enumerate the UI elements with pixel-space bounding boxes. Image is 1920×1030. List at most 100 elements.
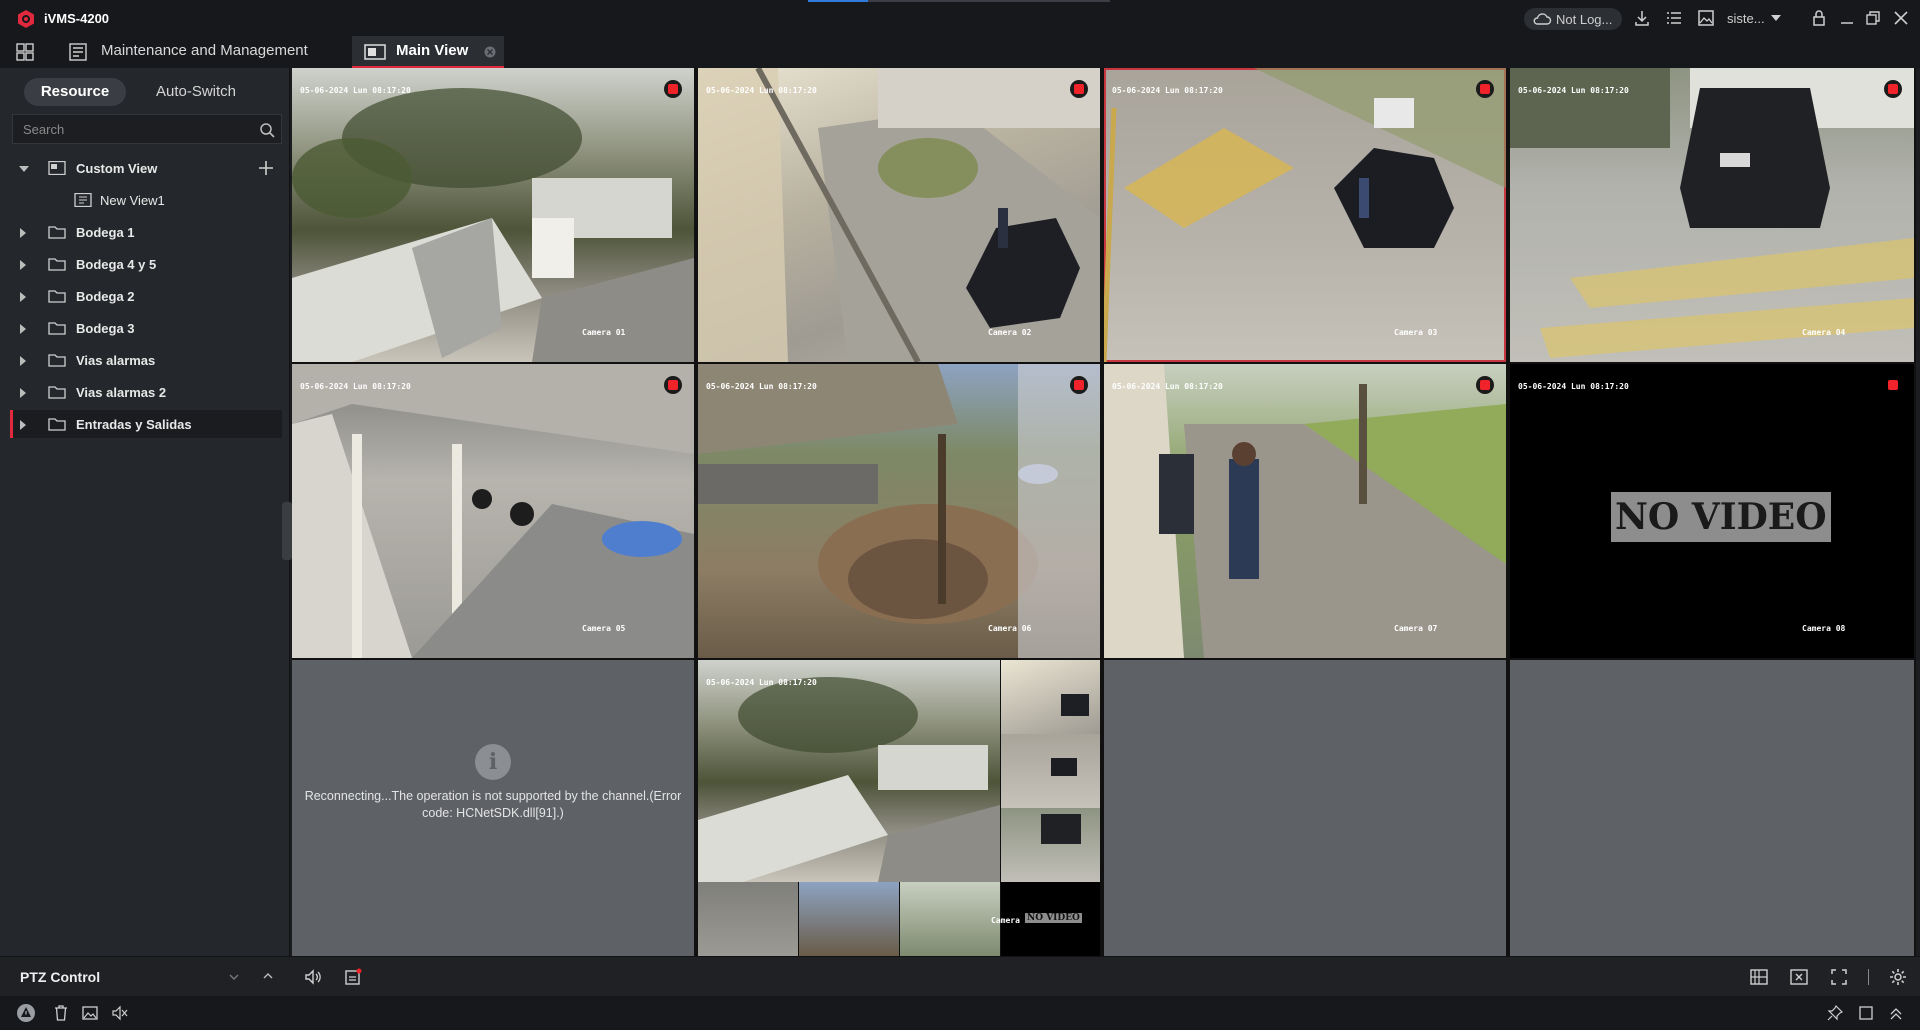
image-icon[interactable] — [82, 1005, 98, 1021]
segment-resource[interactable]: Resource — [24, 78, 126, 106]
tree-item-bodega-2[interactable]: Bodega 2 — [10, 282, 282, 310]
folder-icon — [48, 386, 66, 399]
chevron-down-icon[interactable] — [228, 971, 240, 983]
osd-camera-name: Camera 05 — [582, 624, 626, 633]
video-tile-camera-03[interactable]: 05-06-2024 Lun 08:17:20 Camera 03 — [1104, 68, 1506, 362]
search-placeholder: Search — [23, 122, 65, 137]
video-tile-camera-07[interactable]: 05-06-2024 Lun 08:17:20 Camera 07 — [1104, 364, 1506, 658]
cloud-status-label: Not Log... — [1556, 12, 1613, 27]
osd-camera-name: Camera 04 — [1802, 328, 1846, 337]
restore-icon[interactable] — [1864, 9, 1882, 27]
osd-timestamp: 05-06-2024 Lun 08:17:20 — [300, 382, 411, 391]
window-layout-icon[interactable] — [1750, 968, 1768, 986]
expand-arrow-icon[interactable] — [20, 356, 26, 366]
video-tile-empty[interactable] — [1510, 660, 1914, 956]
window-icon[interactable] — [1858, 1005, 1874, 1021]
playback-toolbar — [290, 956, 1920, 996]
double-chevron-up-icon[interactable] — [1888, 1005, 1904, 1021]
resource-panel: Resource Auto-Switch Search Custom View … — [0, 68, 290, 956]
fullscreen-icon[interactable] — [1830, 968, 1848, 986]
expand-arrow-icon[interactable] — [20, 324, 26, 334]
folder-icon — [48, 290, 66, 303]
tab-maintenance[interactable]: Maintenance and Management — [62, 36, 332, 68]
video-tile-error[interactable]: i Reconnecting...The operation is not su… — [292, 660, 694, 956]
search-icon[interactable] — [259, 122, 275, 138]
minimize-icon[interactable] — [1838, 9, 1856, 27]
search-input[interactable]: Search — [12, 114, 282, 144]
osd-camera-name: Camera 01 — [582, 328, 626, 337]
video-tile-camera-06[interactable]: 05-06-2024 Lun 08:17:20 Camera 06 — [698, 364, 1100, 658]
tree-label: Entradas y Salidas — [76, 417, 192, 432]
error-message: Reconnecting...The operation is not supp… — [304, 789, 682, 820]
apps-grid-icon[interactable] — [16, 43, 34, 61]
custom-view-icon — [48, 161, 66, 175]
close-all-windows-icon[interactable] — [1790, 968, 1808, 986]
camera-feed-image — [292, 364, 694, 658]
download-icon[interactable] — [1633, 9, 1651, 27]
alarm-warning-icon[interactable] — [16, 1003, 36, 1023]
status-bar — [0, 996, 1920, 1030]
trash-icon[interactable] — [54, 1005, 68, 1021]
tree-label: Bodega 3 — [76, 321, 135, 336]
task-list-icon[interactable] — [1665, 9, 1683, 27]
record-all-icon[interactable] — [344, 968, 362, 986]
tree-item-bodega-4-y-5[interactable]: Bodega 4 y 5 — [10, 250, 282, 278]
tree-item-vias-alarmas-2[interactable]: Vias alarmas 2 — [10, 378, 282, 406]
recording-indicator-icon — [1476, 376, 1494, 394]
view-icon — [74, 193, 92, 207]
recording-indicator-icon — [1884, 376, 1902, 394]
volume-icon[interactable] — [304, 968, 322, 986]
cloud-login-button[interactable]: Not Log... — [1524, 8, 1622, 30]
tree-item-bodega-1[interactable]: Bodega 1 — [10, 218, 282, 246]
expand-arrow-icon[interactable] — [20, 420, 26, 430]
tree-label: Vias alarmas — [76, 353, 156, 368]
osd-camera-name: Camera 02 — [988, 328, 1032, 337]
expand-arrow-icon[interactable] — [19, 166, 29, 172]
pin-icon[interactable] — [1827, 1005, 1843, 1021]
tree-item-new-view1[interactable]: New View1 — [10, 186, 282, 214]
tree-item-vias-alarmas[interactable]: Vias alarmas — [10, 346, 282, 374]
maintenance-icon — [69, 43, 87, 61]
lock-icon[interactable] — [1810, 9, 1828, 27]
video-tile-camera-04[interactable]: 05-06-2024 Lun 08:17:20 Camera 04 — [1510, 68, 1914, 362]
add-view-icon[interactable] — [258, 160, 274, 176]
osd-timestamp: 05-06-2024 Lun 08:17:20 — [1112, 86, 1223, 95]
video-tile-camera-05[interactable]: 05-06-2024 Lun 08:17:20 Camera 05 — [292, 364, 694, 658]
video-tile-camera-02[interactable]: 05-06-2024 Lun 08:17:20 Camera 02 — [698, 68, 1100, 362]
tree-label: Vias alarmas 2 — [76, 385, 167, 400]
tree-item-custom-view[interactable]: Custom View — [10, 154, 282, 182]
osd-timestamp: 05-06-2024 Lun 08:17:20 — [1518, 382, 1629, 391]
expand-arrow-icon[interactable] — [20, 228, 26, 238]
folder-icon — [48, 226, 66, 239]
mosaic-thumb — [698, 882, 798, 956]
recording-indicator-icon — [664, 376, 682, 394]
tab-close-icon[interactable] — [484, 46, 496, 58]
image-icon[interactable] — [1697, 9, 1715, 27]
expand-arrow-icon[interactable] — [20, 292, 26, 302]
osd-timestamp: 05-06-2024 Lun 08:17:20 — [706, 678, 817, 687]
osd-camera-name: Camera 07 — [1394, 624, 1438, 633]
chevron-down-icon[interactable] — [1770, 12, 1782, 24]
ptz-control-panel[interactable]: PTZ Control — [0, 956, 290, 996]
user-name[interactable]: siste... — [1727, 11, 1765, 26]
app-logo-icon — [18, 10, 34, 28]
camera-feed-image — [698, 364, 1100, 658]
settings-gear-icon[interactable] — [1889, 968, 1907, 986]
recording-indicator-icon — [1070, 80, 1088, 98]
osd-camera-name: Camera 03 — [1394, 328, 1438, 337]
chevron-up-icon[interactable] — [262, 970, 274, 982]
mute-icon[interactable] — [112, 1005, 128, 1021]
video-tile-empty[interactable] — [1104, 660, 1506, 956]
tree-item-bodega-3[interactable]: Bodega 3 — [10, 314, 282, 342]
segment-auto-switch[interactable]: Auto-Switch — [142, 78, 250, 106]
panel-collapse-handle[interactable] — [282, 502, 292, 560]
tree-item-entradas-y-salidas[interactable]: Entradas y Salidas — [10, 410, 282, 438]
expand-arrow-icon[interactable] — [20, 388, 26, 398]
video-tile-mosaic[interactable]: 05-06-2024 Lun 08:17:20 Camera 0 NO VIDE… — [698, 660, 1100, 956]
recording-indicator-icon — [1070, 376, 1088, 394]
video-tile-camera-08[interactable]: 05-06-2024 Lun 08:17:20 NO VIDEO Camera … — [1510, 364, 1914, 658]
video-tile-camera-01[interactable]: 05-06-2024 Lun 08:17:20 Camera 01 — [292, 68, 694, 362]
tab-main-view[interactable]: Main View — [352, 36, 504, 68]
close-icon[interactable] — [1892, 9, 1910, 27]
expand-arrow-icon[interactable] — [20, 260, 26, 270]
